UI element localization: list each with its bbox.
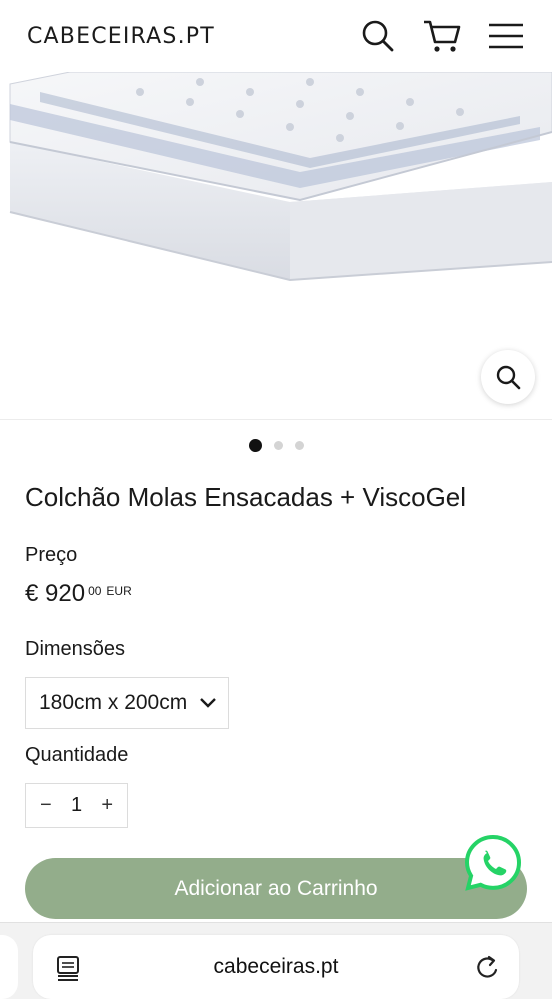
menu-icon[interactable]: [486, 16, 526, 56]
quantity-value[interactable]: 1: [71, 794, 82, 817]
page-menu-icon[interactable]: [55, 955, 81, 986]
product-price: € 920 00 EUR: [25, 580, 132, 608]
address-bar[interactable]: cabeceiras.pt: [33, 935, 519, 999]
quantity-stepper: − 1 +: [25, 783, 128, 828]
whatsapp-icon: [464, 834, 522, 891]
quantity-increase-button[interactable]: +: [101, 794, 113, 817]
browser-toolbar: cabeceiras.pt: [0, 922, 552, 999]
price-cents: 00: [88, 584, 102, 598]
gallery-dot-2[interactable]: [273, 441, 283, 450]
previous-tab-peek[interactable]: [0, 935, 18, 999]
reload-icon[interactable]: [475, 954, 501, 987]
site-logo[interactable]: CABECEIRAS.PT: [27, 24, 215, 49]
gallery-dot-1[interactable]: [248, 439, 262, 452]
quantity-label: Quantidade: [25, 744, 129, 766]
chevron-down-icon: [199, 697, 217, 709]
quantity-decrease-button[interactable]: −: [40, 794, 52, 817]
search-icon[interactable]: [358, 16, 398, 56]
mattress-illustration: [9, 72, 552, 282]
url-host: cabeceiras.pt: [213, 955, 339, 978]
dimensions-value: 180cm x 200cm: [39, 691, 188, 714]
gallery-dots: [0, 439, 552, 452]
site-header: CABECEIRAS.PT: [0, 0, 552, 72]
zoom-icon: [496, 365, 521, 390]
price-main: € 920: [25, 580, 86, 607]
whatsapp-button[interactable]: [463, 833, 523, 893]
price-label: Preço: [25, 544, 78, 566]
dimensions-select[interactable]: 180cm x 200cm: [25, 677, 229, 729]
price-currency: EUR: [106, 584, 132, 598]
dimensions-label: Dimensões: [25, 638, 126, 660]
header-actions: [358, 16, 526, 56]
cart-icon[interactable]: [422, 16, 462, 56]
gallery-dot-3[interactable]: [294, 441, 304, 450]
product-title: Colchão Molas Ensacadas + ViscoGel: [25, 482, 467, 512]
product-image[interactable]: [0, 72, 552, 420]
zoom-button[interactable]: [481, 350, 535, 404]
add-to-cart-button[interactable]: Adicionar ao Carrinho: [25, 858, 527, 919]
